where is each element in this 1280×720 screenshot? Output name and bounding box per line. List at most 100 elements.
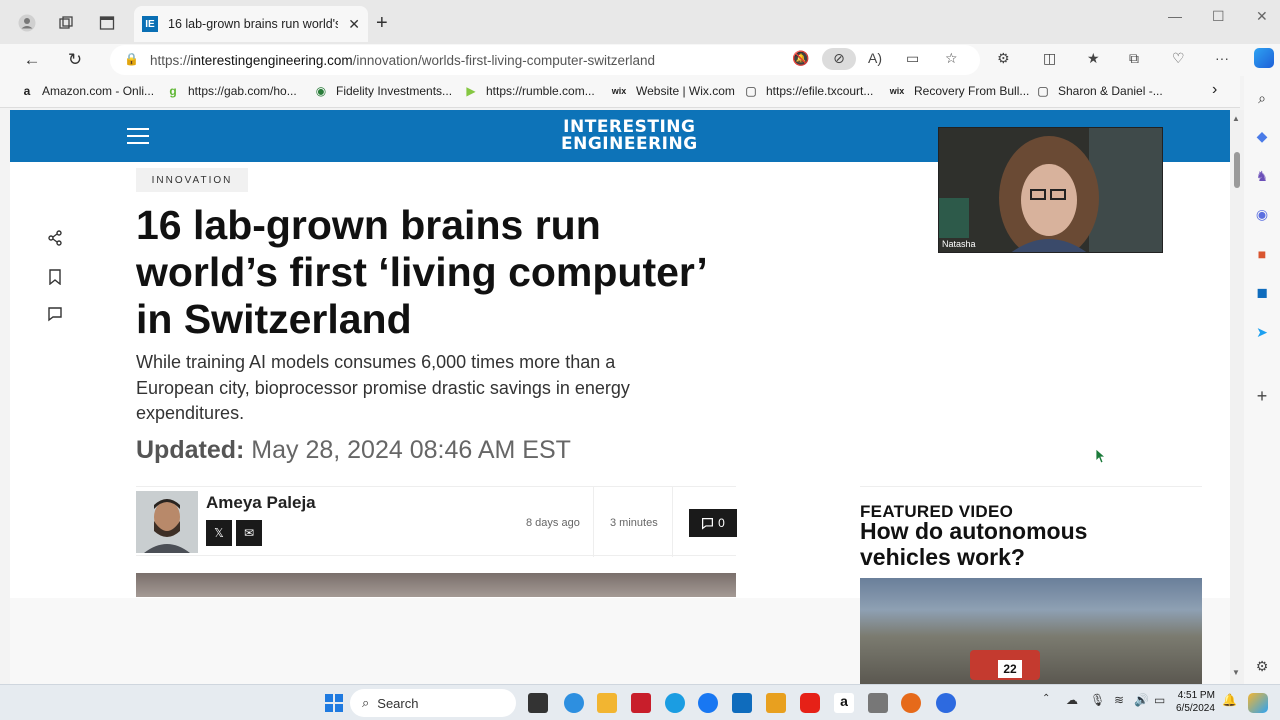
webcam-overlay[interactable]: Natasha: [938, 127, 1163, 253]
article-headline: 16 lab-grown brains run world’s first ‘l…: [136, 202, 706, 342]
bookmark-item[interactable]: ▢ https://efile.txcourt...: [744, 84, 873, 98]
immersive-reader-icon[interactable]: ▭: [906, 50, 919, 67]
bookmark-item[interactable]: ▢ Sharon & Daniel -...: [1036, 84, 1162, 98]
search-icon[interactable]: ⌕: [1254, 90, 1270, 106]
back-icon[interactable]: ←: [20, 48, 44, 72]
copilot-icon[interactable]: [1254, 48, 1274, 68]
category-tag[interactable]: INNOVATION: [136, 168, 248, 192]
split-screen-icon[interactable]: ◫: [1043, 50, 1056, 67]
close-window-icon[interactable]: ✕: [1256, 8, 1268, 25]
workspaces-icon[interactable]: [55, 12, 77, 34]
share-icon[interactable]: [46, 230, 64, 248]
add-sidebar-icon[interactable]: +: [1254, 386, 1270, 406]
zoom-icon[interactable]: [936, 693, 956, 713]
article-hero-image: [136, 573, 736, 597]
taskbar-clock[interactable]: 4:51 PM 6/5/2024: [1176, 689, 1215, 715]
facebook-icon[interactable]: [698, 693, 718, 713]
more-options-icon[interactable]: ···: [1215, 50, 1229, 66]
address-row: ← ↻ 🔒 https://interestingengineering.com…: [0, 44, 1280, 76]
send-icon[interactable]: ➤: [1254, 324, 1270, 340]
onedrive-icon[interactable]: ☁: [1066, 693, 1086, 713]
taskbar-search[interactable]: ⌕ Search: [350, 689, 516, 717]
article-subhead: While training AI models consumes 6,000 …: [136, 352, 630, 423]
mcafee-icon[interactable]: [631, 693, 651, 713]
favorites-icon[interactable]: ★: [1087, 50, 1100, 67]
notifications-blocked-icon[interactable]: 🔕: [792, 50, 809, 67]
store-icon[interactable]: [766, 693, 786, 713]
outlook-taskbar-icon[interactable]: [732, 693, 752, 713]
video-badge: 22: [998, 660, 1022, 678]
amazon-icon: a: [23, 84, 31, 98]
web-page: INTERESTING ENGINEERING INNOVATION 16 la…: [10, 110, 1230, 684]
edge-browser-icon[interactable]: [665, 693, 685, 713]
bookmark-icon[interactable]: [46, 269, 64, 287]
start-icon[interactable]: [324, 693, 344, 713]
featured-title[interactable]: How do autonomous vehicles work?: [860, 518, 1140, 570]
copilot-taskbar-icon[interactable]: [1248, 693, 1268, 713]
comment-bubble-icon: [702, 517, 714, 530]
minimize-icon[interactable]: —: [1168, 8, 1182, 24]
active-tab[interactable]: IE 16 lab-grown brains run world's first…: [134, 6, 368, 42]
bookmarks-more-icon[interactable]: ›: [1212, 81, 1217, 99]
favorite-star-icon[interactable]: ☆: [945, 50, 958, 67]
amazon-taskbar-icon[interactable]: a: [834, 693, 854, 713]
tray-expand-icon[interactable]: ⌃: [1042, 693, 1062, 713]
webcam-name: Natasha: [942, 239, 976, 249]
youtube-icon[interactable]: [800, 693, 820, 713]
scroll-down-icon[interactable]: ▼: [1232, 668, 1240, 677]
copilot-sidebar-icon[interactable]: ◉: [1254, 206, 1270, 222]
site-logo[interactable]: INTERESTING ENGINEERING: [561, 119, 698, 153]
url-path: /innovation/worlds-first-living-computer…: [352, 52, 655, 68]
camera-icon[interactable]: [868, 693, 888, 713]
featured-video[interactable]: 22: [860, 578, 1202, 684]
scroll-up-icon[interactable]: ▲: [1232, 114, 1240, 123]
email-icon[interactable]: ✉: [236, 520, 262, 546]
scroll-thumb[interactable]: [1234, 152, 1240, 188]
page-scrollbar[interactable]: ▲ ▼: [1230, 110, 1244, 684]
bookmark-item[interactable]: wix Website | Wix.com: [610, 84, 735, 98]
bookmark-item[interactable]: wix Recovery From Bull...: [888, 84, 1030, 98]
menu-icon[interactable]: [127, 128, 149, 144]
refresh-icon[interactable]: ↻: [63, 48, 87, 72]
bookmark-item[interactable]: ◉ Fidelity Investments...: [314, 84, 452, 98]
bookmark-item[interactable]: ▶ https://rumble.com...: [464, 84, 594, 98]
new-tab-icon[interactable]: +: [376, 12, 388, 35]
gab-icon: g: [169, 84, 177, 98]
x-twitter-icon[interactable]: 𝕏: [206, 520, 232, 546]
battery-icon[interactable]: ▭: [1154, 693, 1174, 713]
bookmark-item[interactable]: g https://gab.com/ho...: [166, 84, 296, 98]
notification-bell-icon[interactable]: 🔔: [1222, 693, 1242, 713]
author-name[interactable]: Ameya Paleja: [206, 493, 316, 513]
author-avatar[interactable]: [136, 491, 198, 553]
maximize-icon[interactable]: ☐: [1212, 8, 1225, 25]
shopping-tag-icon[interactable]: ◆: [1254, 128, 1270, 144]
widgets-icon[interactable]: [564, 693, 584, 713]
profile-icon[interactable]: [16, 12, 38, 34]
tab-close-icon[interactable]: ✕: [348, 16, 360, 33]
microphone-icon[interactable]: 🎙: [1090, 693, 1110, 713]
browser-essentials-icon[interactable]: ♡: [1172, 50, 1185, 67]
page-icon: ▢: [745, 84, 757, 98]
settings-gear-icon[interactable]: ⚙: [1254, 658, 1270, 674]
collections-icon[interactable]: ⧉: [1129, 50, 1139, 67]
url-prefix: https://: [150, 52, 191, 68]
file-explorer-icon[interactable]: [597, 693, 617, 713]
read-aloud-icon[interactable]: A): [868, 50, 882, 66]
outlook-icon[interactable]: ◼: [1254, 284, 1270, 300]
task-view-icon[interactable]: [528, 693, 548, 713]
url-host: interestingengineering.com: [190, 52, 353, 68]
comments-button[interactable]: 0: [689, 509, 737, 537]
comment-count: 0: [718, 516, 725, 530]
firefox-icon[interactable]: [901, 693, 921, 713]
tools-icon[interactable]: ■: [1254, 246, 1270, 262]
tab-actions-icon[interactable]: [96, 12, 118, 34]
games-icon[interactable]: ♞: [1254, 168, 1270, 184]
extensions-icon[interactable]: ⚙: [997, 50, 1010, 67]
posted-time: 8 days ago: [526, 517, 580, 529]
bookmark-label: Recovery From Bull...: [914, 84, 1030, 98]
wifi-icon[interactable]: ≋: [1114, 693, 1134, 713]
tracking-prevention-icon[interactable]: ⊘: [822, 48, 856, 70]
volume-icon[interactable]: 🔊: [1134, 693, 1154, 713]
bookmark-item[interactable]: a Amazon.com - Onli...: [20, 84, 154, 98]
comment-icon[interactable]: [46, 306, 64, 324]
